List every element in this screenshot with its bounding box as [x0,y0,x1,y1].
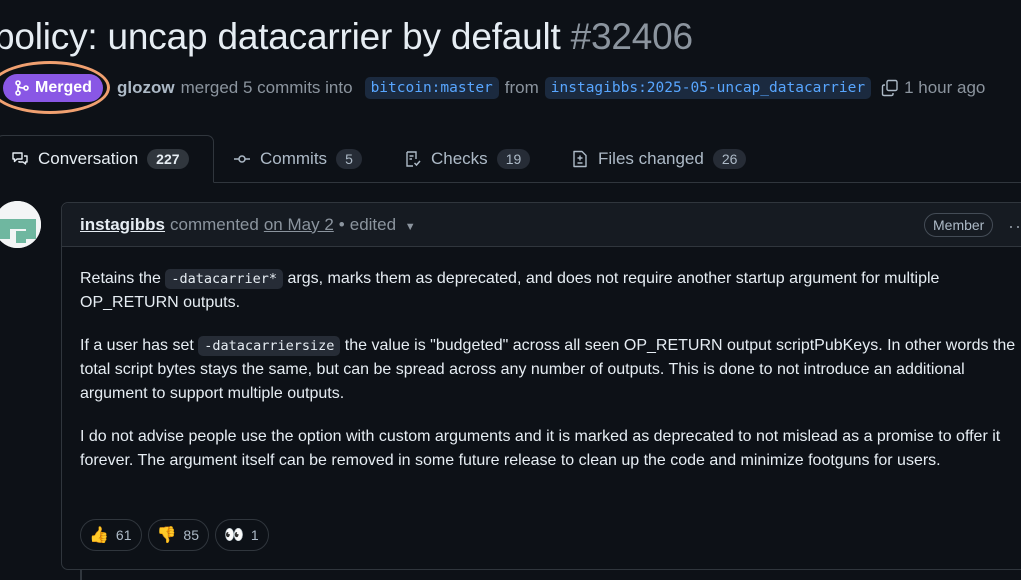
reaction-thumbs-up[interactable]: 👍 61 [80,519,142,551]
comment-body: Retains the -datacarrier* args, marks th… [62,247,1021,473]
inline-code: -datacarriersize [198,336,341,356]
comment-card: instagibbs commented on May 2 • edited ▼… [61,202,1021,570]
merge-time: 1 hour ago [904,78,986,97]
comment-date-link[interactable]: on May 2 [264,215,334,235]
reactions-bar: 👍 61 👎 85 👀 1 [80,519,269,551]
tab-checks-count: 19 [496,148,531,169]
git-commit-icon [234,154,250,163]
checklist-icon [406,150,421,167]
copy-icon[interactable] [881,79,899,97]
merged-status-label: Merged [35,79,92,96]
separator-dot: • [338,214,345,234]
pr-number: #32406 [570,16,693,57]
pr-title-row: policy: uncap datacarrier by default #324… [0,14,693,60]
reaction-count: 61 [115,527,132,543]
merged-status-badge: Merged [3,74,103,102]
tab-conversation-label: Conversation [38,149,139,168]
kebab-horizontal-icon[interactable]: ··· [1008,216,1021,237]
base-branch-link[interactable]: bitcoin:master [364,77,499,99]
pr-tabs: Conversation 227 Commits 5 Checks 19 Fil… [0,135,1021,183]
reaction-count: 85 [183,527,199,543]
identicon-avatar-icon [0,201,41,248]
tab-files-changed[interactable]: Files changed 26 [571,135,747,182]
timeline-connector [80,570,82,580]
merge-info: glozow merged 5 commits into bitcoin:mas… [117,71,985,105]
merge-text: merged 5 commits into [180,78,353,97]
reaction-count: 1 [250,527,259,543]
thumbs-down-icon: 👎 [156,527,177,544]
eyes-icon: 👀 [224,527,244,544]
inline-code: -datacarrier* [165,269,284,289]
head-branch-link[interactable]: instagibbs:2025-05-uncap_datacarrier [544,77,872,99]
comment-paragraph-3: I do not advise people use the option wi… [80,428,1001,469]
tab-commits[interactable]: Commits 5 [233,135,362,182]
tab-conversation-count: 227 [147,149,189,169]
tab-conversation[interactable]: Conversation 227 [0,135,214,183]
member-role-badge: Member [924,213,994,237]
tab-commits-count: 5 [336,148,362,169]
edited-dropdown[interactable]: edited ▼ [350,215,416,235]
from-text: from [504,78,539,97]
edited-label: edited [349,214,397,234]
pr-meta: Merged glozow merged 5 commits into bitc… [0,61,1021,114]
reaction-eyes[interactable]: 👀 1 [215,519,269,551]
comment-header: instagibbs commented on May 2 • edited ▼… [62,203,1021,247]
tab-checks-label: Checks [431,148,488,168]
comment-paragraph-2: If a user has set -datacarriersize the v… [80,336,1016,402]
comment-action: commented [170,214,259,234]
tab-files-changed-count: 26 [712,148,747,169]
thumbs-up-icon: 👍 [89,527,109,544]
avatar[interactable] [0,201,41,248]
file-diff-icon [573,150,587,167]
reaction-thumbs-down[interactable]: 👎 85 [147,519,209,551]
tab-files-changed-label: Files changed [598,148,704,168]
triangle-down-icon: ▼ [404,220,416,233]
pr-title: policy: uncap datacarrier by default [0,16,561,57]
merger-username-link[interactable]: glozow [117,78,175,98]
comment-paragraph-1: Retains the -datacarrier* args, marks th… [80,269,940,311]
comment-discussion-icon [12,152,28,165]
tab-checks[interactable]: Checks 19 [404,135,531,182]
comment-author-link[interactable]: instagibbs [80,215,165,235]
tab-commits-label: Commits [260,148,328,168]
git-merge-icon [15,80,29,96]
